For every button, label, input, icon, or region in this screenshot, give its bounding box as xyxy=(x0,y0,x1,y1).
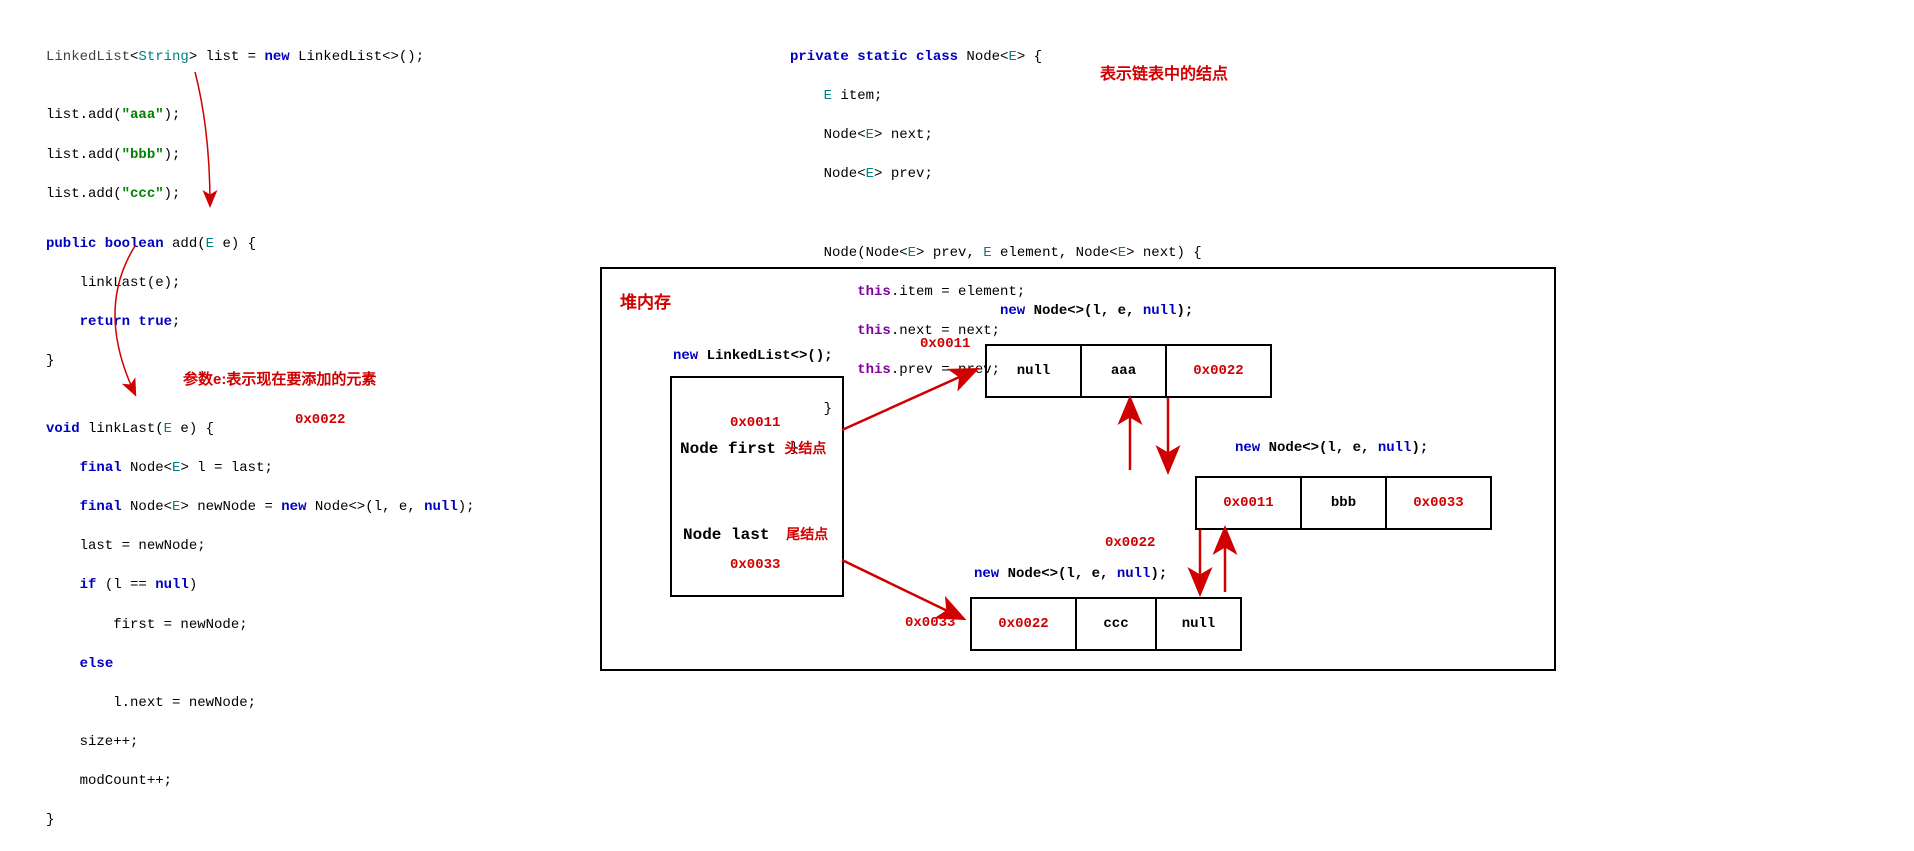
label-new-node-1: new Node<>(l, e, null); xyxy=(1000,303,1193,319)
linkedlist-first: Node first 头结点 xyxy=(680,438,826,458)
node1-addr: 0x0011 xyxy=(920,336,970,352)
label-new-node-3: new Node<>(l, e, null); xyxy=(974,566,1167,582)
annotation-param-e: 参数e:表示现在要添加的元素 xyxy=(183,368,376,389)
node1-prev: null xyxy=(987,346,1082,396)
node3-next: null xyxy=(1157,599,1240,649)
label-new-node-2: new Node<>(l, e, null); xyxy=(1235,440,1428,456)
node3-prev: 0x0022 xyxy=(972,599,1077,649)
node3-item: ccc xyxy=(1077,599,1157,649)
node-box-3: 0x0022 ccc null xyxy=(970,597,1242,651)
heap-title: 堆内存 xyxy=(620,288,671,313)
code-block-usage: LinkedList<String> list = new LinkedList… xyxy=(46,28,424,204)
node-box-2: 0x0011 bbb 0x0033 xyxy=(1195,476,1492,530)
node1-next: 0x0022 xyxy=(1167,346,1270,396)
node2-addr: 0x0022 xyxy=(1105,535,1155,551)
linkedlist-last-addr: 0x0033 xyxy=(730,557,780,573)
annotation-node-class: 表示链表中的结点 xyxy=(1100,60,1228,84)
node2-next: 0x0033 xyxy=(1387,478,1490,528)
node-box-1: null aaa 0x0022 xyxy=(985,344,1272,398)
code-block-add: public boolean add(E e) { linkLast(e); r… xyxy=(46,215,256,372)
linkedlist-first-addr: 0x0011 xyxy=(730,415,780,431)
node2-prev: 0x0011 xyxy=(1197,478,1302,528)
linkedlist-last: Node last 尾结点 xyxy=(683,524,828,544)
node3-addr: 0x0033 xyxy=(905,615,955,631)
label-new-linkedlist: new LinkedList<>(); xyxy=(673,348,833,364)
code-block-linklast: void linkLast(E e) { final Node<E> l = l… xyxy=(46,400,475,831)
node2-item: bbb xyxy=(1302,478,1387,528)
node1-item: aaa xyxy=(1082,346,1167,396)
